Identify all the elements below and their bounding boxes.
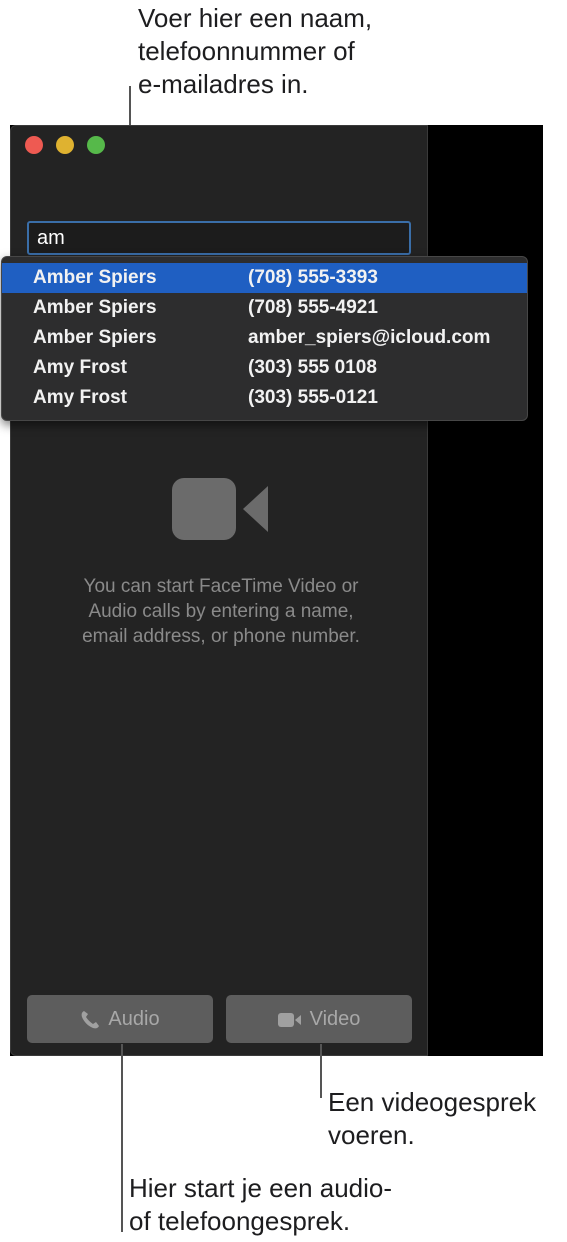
empty-state-line-2: Audio calls by entering a name, (88, 601, 354, 622)
callout-audio-line-1: Hier start je een audio- (129, 1173, 393, 1203)
audio-call-button[interactable]: Audio (27, 995, 213, 1043)
close-window-button[interactable] (25, 136, 43, 154)
callout-video-line-1: Een videogesprek (328, 1087, 537, 1117)
suggestion-contact: amber_spiers@icloud.com (248, 327, 491, 348)
suggestion-contact: (303) 555 0108 (248, 357, 377, 378)
callout-search-line-1: Voer hier een naam, (138, 3, 373, 33)
suggestion-contact: (708) 555-3393 (248, 267, 378, 288)
callout-audio-line (121, 1044, 123, 1232)
suggestion-name: Amber Spiers (33, 267, 157, 288)
suggestion-item[interactable]: Amy Frost (303) 555 0108 (2, 353, 527, 383)
suggestion-name: Amber Spiers (33, 297, 157, 318)
callout-audio: Hier start je een audio- of telefoongesp… (129, 1172, 392, 1238)
suggestions-dropdown: Amber Spiers (708) 555-3393 Amber Spiers… (1, 256, 528, 421)
suggestion-item[interactable]: Amber Spiers (708) 555-4921 (2, 293, 527, 323)
video-camera-small-icon (277, 1012, 301, 1027)
suggestion-item[interactable]: Amber Spiers amber_spiers@icloud.com (2, 323, 527, 353)
suggestion-contact: (303) 555-0121 (248, 387, 378, 408)
minimize-window-button[interactable] (56, 136, 74, 154)
callout-video-line-2: voeren. (328, 1120, 415, 1150)
callout-search-line-2: telefoonnummer of (138, 36, 355, 66)
video-button-label: Video (309, 1008, 361, 1030)
suggestion-name: Amber Spiers (33, 327, 157, 348)
callout-audio-line-2: of telefoongesprek. (129, 1206, 351, 1236)
audio-button-label: Audio (108, 1008, 160, 1030)
callout-search-line-3: e-mailadres in. (138, 69, 309, 99)
video-call-button[interactable]: Video (226, 995, 412, 1043)
callout-video-line (320, 1044, 322, 1098)
suggestion-contact: (708) 555-4921 (248, 297, 378, 318)
suggestion-item[interactable]: Amber Spiers (708) 555-3393 (2, 263, 527, 293)
suggestion-item[interactable]: Amy Frost (303) 555-0121 (2, 383, 527, 413)
empty-state-message: You can start FaceTime Video or Audio ca… (41, 574, 401, 649)
suggestion-name: Amy Frost (33, 357, 127, 378)
callout-video: Een videogesprek voeren. (328, 1086, 536, 1152)
zoom-window-button[interactable] (87, 136, 105, 154)
empty-state-line-3: email address, or phone number. (82, 626, 360, 647)
video-camera-icon (172, 478, 268, 540)
callout-search: Voer hier een naam, telefoonnummer of e-… (138, 2, 372, 101)
suggestion-name: Amy Frost (33, 387, 127, 408)
phone-icon (82, 1010, 100, 1029)
empty-state-line-1: You can start FaceTime Video or (83, 576, 359, 597)
search-input[interactable]: am (27, 221, 411, 255)
